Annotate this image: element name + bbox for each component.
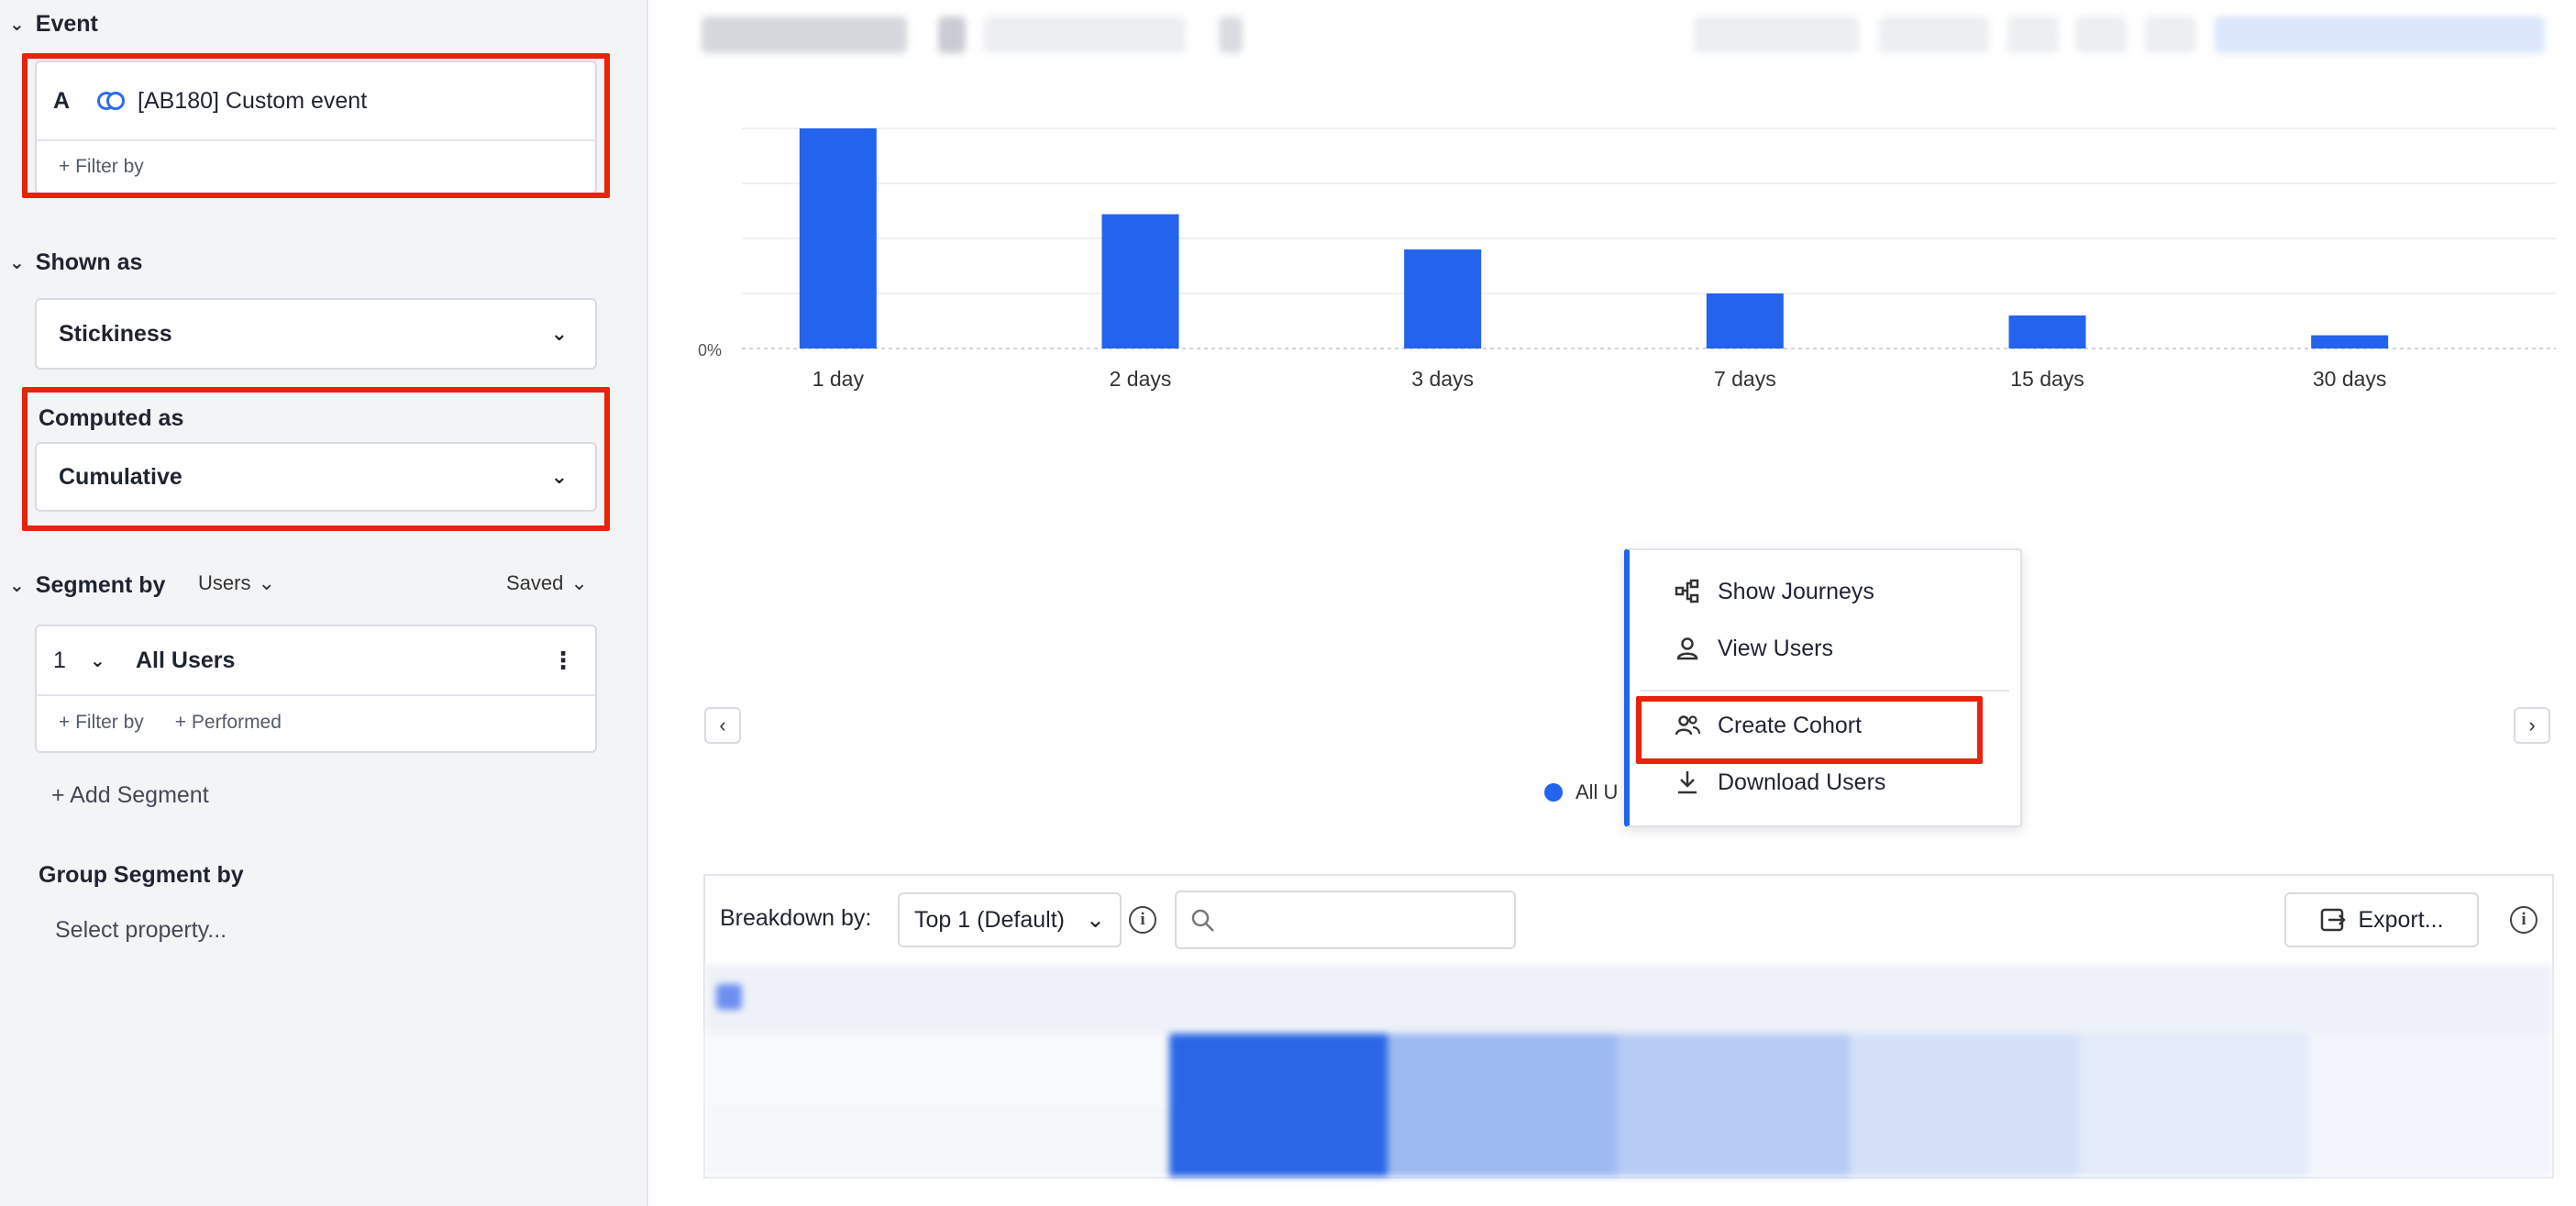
legend-dot xyxy=(1544,783,1563,802)
chevron-down-icon: ⌄ xyxy=(1086,907,1105,933)
breakdown-select-value: Top 1 (Default) xyxy=(914,906,1065,933)
x-tick-label: 15 days xyxy=(2010,367,2084,391)
breakdown-panel: Breakdown by: Top 1 (Default) ⌄ i Export… xyxy=(703,874,2554,1178)
x-tick-label: 7 days xyxy=(1714,367,1776,391)
breakdown-table xyxy=(705,964,2552,1177)
x-tick-label: 1 day xyxy=(813,367,865,391)
menu-item-label: Show Journeys xyxy=(1718,578,1874,604)
chart-bar[interactable] xyxy=(2008,315,2086,349)
users-dropdown-label: Users xyxy=(198,571,251,594)
chart-legend[interactable]: All U xyxy=(1544,780,1618,804)
saved-dropdown[interactable]: Saved ⌄ xyxy=(506,571,588,595)
x-tick-label: 30 days xyxy=(2313,367,2387,391)
chart-bar[interactable] xyxy=(1101,214,1179,349)
segment-card: 1 ⌄ All Users ⋮ + Filter by + Performed xyxy=(35,625,597,753)
menu-divider xyxy=(1641,690,2009,692)
info-icon[interactable]: i xyxy=(2510,906,2537,934)
users-dropdown[interactable]: Users ⌄ xyxy=(198,571,275,595)
menu-item-show-journeys[interactable]: Show Journeys xyxy=(1674,578,1874,605)
segment-row[interactable]: 1 ⌄ All Users ⋮ xyxy=(37,626,595,696)
x-tick-label: 2 days xyxy=(1110,367,1172,391)
chevron-down-icon: ⌄ xyxy=(258,571,275,594)
chevron-down-icon: ⌄ xyxy=(9,576,25,596)
chart-bar[interactable] xyxy=(1706,293,1784,349)
search-icon xyxy=(1191,909,1214,932)
segment-name: All Users xyxy=(136,647,236,673)
event-section-header[interactable]: ⌄ Event xyxy=(9,11,98,38)
highlight-box-computed-as xyxy=(22,387,610,531)
event-section-title: Event xyxy=(35,11,98,37)
user-icon xyxy=(1674,635,1701,662)
journey-icon xyxy=(1674,578,1701,605)
group-segment-select[interactable]: Select property... xyxy=(55,917,227,944)
more-options-icon[interactable]: ⋮ xyxy=(551,647,575,675)
group-segment-title: Group Segment by xyxy=(39,862,244,888)
breakdown-table-svg xyxy=(705,964,2552,1177)
export-icon xyxy=(2321,908,2347,932)
segment-by-header[interactable]: ⌄ Segment by xyxy=(9,572,165,599)
chevron-down-icon: ⌄ xyxy=(9,15,25,35)
chart-bar[interactable] xyxy=(799,128,877,349)
chart-bar[interactable] xyxy=(1404,249,1482,349)
chart-prev-button[interactable]: ‹ xyxy=(704,707,741,744)
shown-as-title: Shown as xyxy=(35,249,143,275)
shown-as-select[interactable]: Stickiness ⌄ xyxy=(35,298,597,370)
segment-filter-button[interactable]: + Filter by xyxy=(59,712,144,734)
bar-context-menu: Show Journeys View Users Create Cohort D… xyxy=(1624,548,2022,827)
left-sidebar: ⌄ Event A [AB180] Custom event + Filter … xyxy=(0,0,648,1206)
menu-item-view-users[interactable]: View Users xyxy=(1674,635,1833,662)
menu-item-download-users[interactable]: Download Users xyxy=(1674,769,1885,796)
menu-item-label: View Users xyxy=(1718,635,1833,661)
highlight-box-create-cohort xyxy=(1636,696,1983,764)
add-segment-button[interactable]: + Add Segment xyxy=(51,782,209,809)
menu-item-label: Download Users xyxy=(1718,769,1886,795)
chevron-down-icon: ⌄ xyxy=(550,322,568,345)
chevron-down-icon: ⌄ xyxy=(570,571,588,594)
legend-label: All U xyxy=(1575,780,1619,803)
chevron-down-icon[interactable]: ⌄ xyxy=(90,649,136,672)
chevron-down-icon: ⌄ xyxy=(9,253,25,273)
segment-performed-button[interactable]: + Performed xyxy=(175,712,282,734)
bar-chart-svg: 0% 1 day 2 days 3 days 7 days 15 days 30 days xyxy=(698,127,2556,391)
chart-bar[interactable] xyxy=(2311,335,2389,349)
info-icon[interactable]: i xyxy=(1129,906,1156,934)
chart: 0% 1 day 2 days 3 days 7 days 15 days 30 days xyxy=(650,83,2576,725)
breakdown-label: Breakdown by: xyxy=(720,905,872,931)
download-icon xyxy=(1674,769,1701,796)
saved-dropdown-label: Saved xyxy=(506,571,564,594)
export-label: Export... xyxy=(2358,906,2444,933)
segment-number: 1 xyxy=(53,647,66,673)
highlight-box-event xyxy=(22,53,610,198)
breakdown-select[interactable]: Top 1 (Default) ⌄ xyxy=(898,892,1122,947)
breakdown-search-input[interactable] xyxy=(1175,891,1516,949)
y-tick-label: 0% xyxy=(698,341,722,360)
chart-next-button[interactable]: › xyxy=(2514,707,2550,744)
segment-by-title: Segment by xyxy=(35,572,166,598)
export-button[interactable]: Export... xyxy=(2284,892,2479,947)
x-tick-label: 3 days xyxy=(1411,367,1474,391)
shown-as-header[interactable]: ⌄ Shown as xyxy=(9,249,142,276)
shown-as-value: Stickiness xyxy=(59,320,172,347)
